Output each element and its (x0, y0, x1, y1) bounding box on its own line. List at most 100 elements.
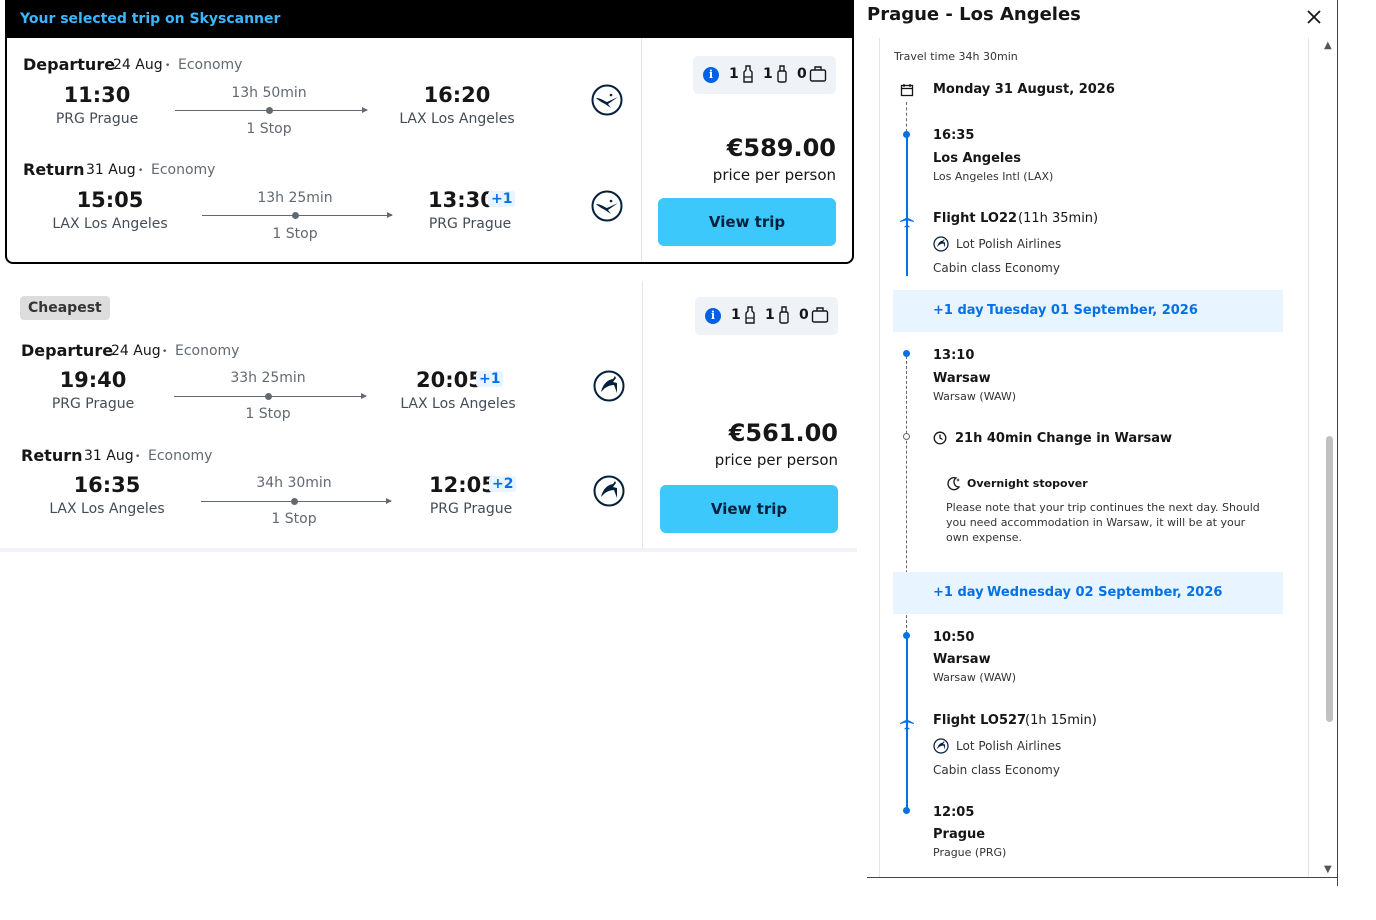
timeline-flight-line (906, 134, 908, 276)
lufthansa-crane-icon (591, 84, 623, 116)
lufthansa-crane-icon (591, 190, 623, 222)
flight-duration: 13h 25min (257, 190, 333, 206)
price-per-person-label: price per person (714, 451, 838, 469)
leg-date: 31 Aug (84, 448, 134, 464)
departure-place: LAX Los Angeles (52, 216, 168, 232)
leg-cabin: Economy (178, 57, 243, 73)
route-line (202, 212, 393, 219)
plane-icon (900, 213, 914, 228)
arrival-place: LAX Los Angeles (399, 111, 515, 127)
plane-icon (900, 715, 914, 730)
panel-edge (1337, 0, 1338, 886)
departure-time: 15:05 (76, 188, 144, 212)
clock-icon (933, 431, 947, 445)
leg-date: 24 Aug (113, 57, 163, 73)
stopover-title: Overnight stopover (967, 477, 1088, 490)
view-trip-button[interactable]: View trip (658, 198, 836, 246)
segment-airport: Prague (PRG) (933, 846, 1007, 859)
arrival-place: PRG Prague (428, 216, 512, 232)
trip-price: €589.00 (726, 134, 836, 162)
flight-number: Flight LO22 (933, 211, 1018, 226)
timeline-dot (903, 632, 910, 639)
view-trip-button[interactable]: View trip (660, 485, 838, 533)
cabin-class: Cabin class Economy (933, 763, 1060, 777)
cabin-bag-icon (779, 306, 789, 324)
leg-cabin: Economy (148, 448, 213, 464)
leg-date: 31 Aug (86, 162, 136, 178)
lot-crane-icon (593, 475, 625, 507)
baggage-info[interactable]: i 1 1 0 (693, 56, 836, 94)
timeline-change-dot (903, 433, 910, 440)
day-change-date: Tuesday 01 September, 2026 (987, 303, 1198, 318)
route-line (174, 393, 367, 400)
lot-crane-icon (593, 370, 625, 402)
stop-dot (292, 212, 299, 219)
checked-bag-icon (811, 307, 829, 323)
leg-title: Departure (21, 341, 114, 360)
lot-logo-icon (933, 738, 949, 754)
flight-duration: 33h 25min (230, 370, 306, 386)
stop-count: 1 Stop (245, 406, 291, 422)
panel-scrollbar[interactable]: ▲ ▼ (1322, 38, 1336, 878)
airline-name: Lot Polish Airlines (956, 739, 1062, 753)
stop-dot (291, 498, 298, 505)
personal-item-icon (745, 306, 755, 324)
segment-time: 12:05 (933, 805, 975, 820)
separator-dot: • (135, 452, 141, 462)
flight-duration: 34h 30min (256, 475, 332, 491)
close-icon[interactable] (1303, 6, 1325, 28)
baggage-info[interactable]: i 1 1 0 (695, 297, 838, 335)
day-change-band: +1 day Wednesday 02 September, 2026 (893, 572, 1283, 614)
stop-dot (266, 107, 273, 114)
plus-day-badge: +1 (488, 191, 516, 207)
itinerary-scroll-area[interactable]: Travel time 34h 30min Monday 31 August, … (879, 38, 1309, 878)
scroll-down-icon[interactable]: ▼ (1324, 864, 1332, 875)
scroll-up-icon[interactable]: ▲ (1324, 40, 1332, 51)
leg-cabin: Economy (175, 343, 240, 359)
moon-icon (947, 477, 961, 491)
leg-title: Departure (23, 55, 116, 74)
scroll-thumb[interactable] (1326, 436, 1333, 722)
cheapest-trip-card[interactable]: Cheapest Departure 24 Aug • Economy 19:4… (5, 281, 855, 549)
segment-city: Warsaw (933, 371, 991, 386)
flight-duration: 13h 50min (231, 85, 307, 101)
info-icon[interactable]: i (703, 67, 719, 83)
arrival-time: 13:30 (428, 188, 495, 212)
stop-count: 1 Stop (271, 511, 317, 527)
cabin-bag-count: 1 (765, 307, 775, 323)
timeline-dot (903, 350, 910, 357)
checked-bag-count: 0 (799, 307, 809, 323)
day-change-date: Wednesday 02 September, 2026 (987, 585, 1223, 600)
calendar-icon (900, 84, 914, 97)
departure-place: PRG Prague (51, 396, 135, 412)
segment-time: 13:10 (933, 348, 975, 363)
departure-place: LAX Los Angeles (49, 501, 165, 517)
selected-trip-card[interactable]: Your selected trip on Skyscanner Departu… (5, 0, 854, 264)
flight-duration: (1h 15min) (1025, 713, 1097, 728)
route-line (201, 498, 392, 505)
segment-time: 16:35 (933, 128, 975, 143)
plus-day-badge: +2 (489, 476, 517, 492)
leg-date: 24 Aug (111, 343, 161, 359)
route-line (175, 107, 368, 114)
day-change-band: +1 day Tuesday 01 September, 2026 (893, 290, 1283, 332)
segment-city: Los Angeles (933, 151, 1021, 166)
checked-bag-count: 0 (797, 66, 807, 82)
departure-time: 11:30 (63, 83, 131, 107)
stopover-note: Please note that your trip continues the… (946, 501, 1260, 544)
departure-time: 16:35 (73, 473, 141, 497)
personal-item-icon (743, 65, 753, 83)
card-bottom-border (0, 548, 857, 552)
info-icon[interactable]: i (705, 308, 721, 324)
personal-item-count: 1 (731, 307, 741, 323)
cabin-bag-count: 1 (763, 66, 773, 82)
stop-dot (265, 393, 272, 400)
airline-name: Lot Polish Airlines (956, 237, 1062, 251)
segment-airport: Warsaw (WAW) (933, 390, 1017, 403)
cabin-bag-icon (777, 65, 787, 83)
trip-detail-panel: Prague - Los Angeles Travel time 34h 30m… (859, 0, 1338, 886)
timeline-connector (906, 102, 907, 132)
segment-time: 10:50 (933, 630, 975, 645)
separator-dot: • (162, 347, 168, 357)
panel-title: Prague - Los Angeles (867, 4, 1081, 25)
